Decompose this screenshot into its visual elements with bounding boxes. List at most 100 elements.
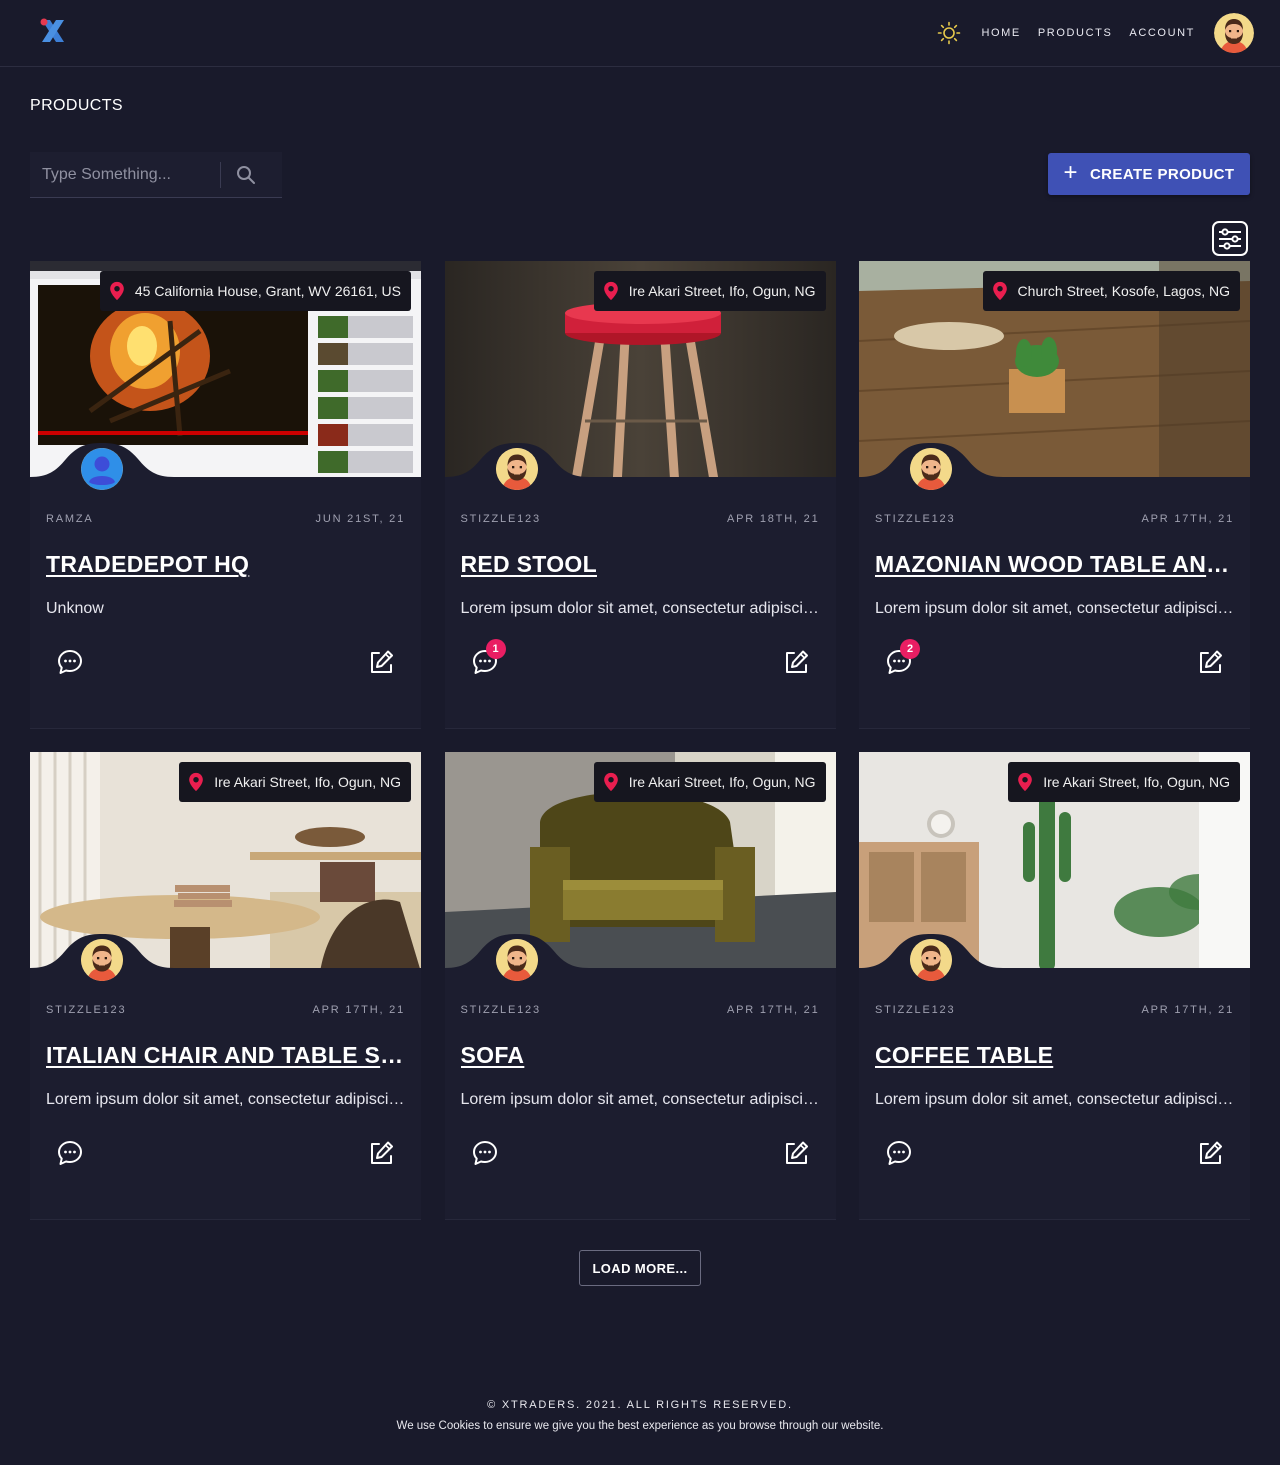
product-title[interactable]: MAZONIAN WOOD TABLE AND CHAIRS <box>875 551 1235 578</box>
product-title[interactable]: COFFEE TABLE <box>875 1042 1235 1069</box>
product-description: Lorem ipsum dolor sit amet, consectetur … <box>875 1091 1235 1108</box>
product-description: Lorem ipsum dolor sit amet, consectetur … <box>460 1091 821 1108</box>
location-chip: Ire Akari Street, Ifo, Ogun, NG <box>593 762 826 802</box>
search-icon <box>237 165 255 184</box>
card-meta: STIZZLE123 APR 17TH, 21 <box>46 1004 405 1016</box>
sun-icon[interactable] <box>937 21 961 45</box>
bearded-man-avatar-icon <box>910 448 952 490</box>
sliders-icon <box>1219 227 1241 250</box>
bearded-man-avatar-icon <box>1214 13 1254 53</box>
location-chip: 45 California House, Grant, WV 26161, US <box>99 271 411 311</box>
location-chip: Ire Akari Street, Ifo, Ogun, NG <box>179 762 411 802</box>
owner-username: STIZZLE123 <box>875 513 956 525</box>
card-meta: RAMZA JUN 21ST, 21 <box>46 513 405 525</box>
location-pin-icon <box>992 281 1007 301</box>
card-meta: STIZZLE123 APR 17TH, 21 <box>875 513 1234 525</box>
comment-icon[interactable] <box>56 648 84 676</box>
create-product-button[interactable]: + CREATE PRODUCT <box>1048 153 1250 195</box>
edit-icon[interactable] <box>1196 1139 1224 1167</box>
edit-icon[interactable] <box>1196 648 1224 676</box>
search-input[interactable] <box>30 152 220 197</box>
product-image[interactable]: Ire Akari Street, Ifo, Ogun, NG <box>444 261 836 481</box>
product-description: Lorem ipsum dolor sit amet, consectetur … <box>46 1091 406 1108</box>
comment-icon[interactable] <box>56 1139 84 1167</box>
location-pin-icon <box>603 772 618 792</box>
product-description: Lorem ipsum dolor sit amet, consectetur … <box>460 600 821 617</box>
location-text: 45 California House, Grant, WV 26161, US <box>134 283 401 299</box>
xtraders-logo[interactable] <box>38 17 68 45</box>
posted-date: APR 17TH, 21 <box>1141 513 1234 525</box>
location-pin-icon <box>110 281 124 301</box>
posted-date: APR 17TH, 21 <box>726 1004 820 1016</box>
bearded-man-avatar-icon <box>495 448 538 490</box>
location-chip: Ire Akari Street, Ifo, Ogun, NG <box>1008 762 1240 802</box>
edit-icon[interactable] <box>367 648 395 676</box>
product-image[interactable]: 45 California House, Grant, WV 26161, US <box>30 261 421 481</box>
product-title[interactable]: SOFA <box>461 1042 821 1069</box>
bearded-man-avatar-icon <box>81 939 123 981</box>
product-title[interactable]: TRADEDEPOT HQ <box>46 551 406 578</box>
edit-icon[interactable] <box>782 648 810 676</box>
owner-avatar[interactable] <box>910 448 952 490</box>
posted-date: APR 17TH, 21 <box>1141 1004 1234 1016</box>
owner-username: STIZZLE123 <box>46 1004 127 1016</box>
product-card: Ire Akari Street, Ifo, Ogun, NG STIZZLE1… <box>444 261 836 729</box>
load-more-button[interactable]: LOAD MORE... <box>579 1250 701 1286</box>
location-pin-icon <box>603 281 618 301</box>
bearded-man-avatar-icon <box>495 939 538 981</box>
owner-username: STIZZLE123 <box>460 1004 541 1016</box>
location-text: Church Street, Kosofe, Lagos, NG <box>1017 283 1230 299</box>
location-pin-icon <box>189 772 204 792</box>
filter-button[interactable] <box>1212 221 1248 256</box>
main-nav: HOME PRODUCTS ACCOUNT <box>937 12 1254 54</box>
bearded-man-avatar-icon <box>910 939 952 981</box>
product-description: Unknow <box>46 600 104 617</box>
user-avatar[interactable] <box>1214 13 1254 53</box>
search-button[interactable] <box>221 153 271 197</box>
product-image[interactable]: Ire Akari Street, Ifo, Ogun, NG <box>859 752 1250 972</box>
posted-date: APR 18TH, 21 <box>726 513 820 525</box>
location-text: Ire Akari Street, Ifo, Ogun, NG <box>1043 774 1230 790</box>
product-image[interactable]: Ire Akari Street, Ifo, Ogun, NG <box>30 752 421 972</box>
location-pin-icon <box>1018 772 1033 792</box>
nav-products[interactable]: PRODUCTS <box>1038 27 1113 39</box>
comment-icon[interactable] <box>471 1139 499 1167</box>
owner-avatar[interactable] <box>81 448 123 490</box>
location-chip: Ire Akari Street, Ifo, Ogun, NG <box>593 271 826 311</box>
product-image[interactable]: Church Street, Kosofe, Lagos, NG <box>859 261 1250 481</box>
product-title[interactable]: RED STOOL <box>461 551 821 578</box>
product-title[interactable]: ITALIAN CHAIR AND TABLE SET <box>46 1042 406 1069</box>
owner-username: STIZZLE123 <box>875 1004 956 1016</box>
product-card: Ire Akari Street, Ifo, Ogun, NG STIZZLE1… <box>444 752 836 1220</box>
owner-avatar[interactable] <box>81 939 123 981</box>
person-placeholder-icon <box>81 448 123 490</box>
comment-count-badge: 2 <box>900 639 920 659</box>
edit-icon[interactable] <box>782 1139 810 1167</box>
search-box <box>30 152 282 198</box>
comment-icon[interactable] <box>885 1139 913 1167</box>
nav-account[interactable]: ACCOUNT <box>1129 27 1195 39</box>
product-card: Church Street, Kosofe, Lagos, NG STIZZLE… <box>859 261 1250 729</box>
nav-home[interactable]: HOME <box>981 27 1020 39</box>
owner-username: STIZZLE123 <box>460 513 541 525</box>
owner-avatar[interactable] <box>495 448 538 490</box>
product-image[interactable]: Ire Akari Street, Ifo, Ogun, NG <box>444 752 836 972</box>
comment-count-badge: 1 <box>485 639 506 659</box>
card-meta: STIZZLE123 APR 17TH, 21 <box>875 1004 1234 1016</box>
location-text: Ire Akari Street, Ifo, Ogun, NG <box>628 283 816 299</box>
card-meta: STIZZLE123 APR 17TH, 21 <box>461 1004 820 1016</box>
create-product-label: CREATE PRODUCT <box>1089 165 1235 183</box>
owner-avatar[interactable] <box>910 939 952 981</box>
card-meta: STIZZLE123 APR 18TH, 21 <box>461 513 820 525</box>
top-app-bar: HOME PRODUCTS ACCOUNT <box>0 0 1280 67</box>
product-card: Ire Akari Street, Ifo, Ogun, NG STIZZLE1… <box>859 752 1250 1220</box>
plus-icon: + <box>1063 159 1078 186</box>
owner-username: RAMZA <box>46 513 94 525</box>
footer-cookie-notice: We use Cookies to ensure we give you the… <box>396 1420 884 1432</box>
owner-avatar[interactable] <box>495 939 538 981</box>
product-card: Ire Akari Street, Ifo, Ogun, NG STIZZLE1… <box>30 752 421 1220</box>
posted-date: APR 17TH, 21 <box>312 1004 405 1016</box>
product-description: Lorem ipsum dolor sit amet, consectetur … <box>875 600 1235 617</box>
page-title: PRODUCTS <box>30 97 123 114</box>
edit-icon[interactable] <box>367 1139 395 1167</box>
